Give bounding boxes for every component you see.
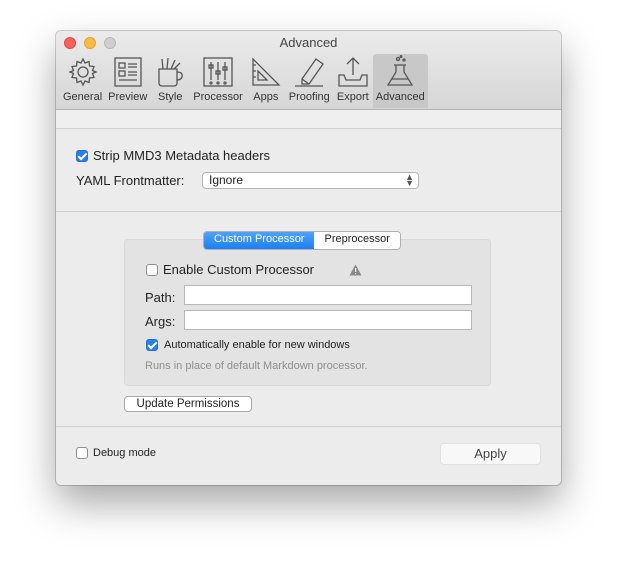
- processor-hint: Runs in place of default Markdown proces…: [145, 360, 368, 372]
- auto-enable-row[interactable]: Automatically enable for new windows: [146, 339, 350, 351]
- strip-metadata-label: Strip MMD3 Metadata headers: [93, 148, 271, 163]
- debug-mode-label: Debug mode: [93, 447, 156, 459]
- gear-icon: [67, 57, 98, 87]
- tab-export[interactable]: Export: [333, 54, 373, 108]
- warning-icon: [349, 264, 362, 276]
- tab-preprocessor[interactable]: Preprocessor: [314, 232, 400, 249]
- tab-custom-processor[interactable]: Custom Processor: [204, 232, 315, 249]
- tab-preview[interactable]: Preview: [105, 54, 150, 108]
- tab-processor[interactable]: Processor: [190, 54, 246, 108]
- title-bar: Advanced General Preview Style Processor…: [56, 31, 561, 110]
- preferences-toolbar: General Preview Style Processor Apps Pro…: [60, 54, 428, 108]
- proofing-icon: [295, 58, 325, 87]
- yaml-frontmatter-row: YAML Frontmatter:: [76, 173, 184, 188]
- tab-proofing-label: Proofing: [288, 91, 330, 103]
- section-divider: [56, 211, 561, 212]
- yaml-frontmatter-label: YAML Frontmatter:: [76, 173, 185, 188]
- style-icon: [158, 57, 184, 87]
- tab-general-label: General: [63, 91, 103, 103]
- preferences-window: Advanced General Preview Style Processor…: [56, 31, 561, 485]
- strip-metadata-checkbox[interactable]: [76, 149, 88, 162]
- yaml-frontmatter-select[interactable]: Ignore ▲ ▼: [202, 172, 419, 189]
- apps-icon: [252, 57, 281, 86]
- processor-icon: [203, 57, 233, 87]
- flask-icon: [387, 55, 414, 86]
- enable-custom-processor-label: Enable Custom Processor: [163, 262, 315, 277]
- chevron-updown-icon: ▲ ▼: [405, 172, 414, 188]
- tab-apps[interactable]: Apps: [246, 54, 286, 108]
- args-input[interactable]: [184, 310, 472, 330]
- window-title: Advanced: [279, 35, 338, 50]
- enable-custom-processor-row[interactable]: Enable Custom Processor: [146, 262, 314, 277]
- debug-mode-checkbox[interactable]: [76, 447, 88, 459]
- export-icon: [338, 57, 368, 87]
- processor-segmented-control: Custom Processor Preprocessor: [203, 231, 401, 250]
- apply-button[interactable]: Apply: [440, 443, 541, 465]
- path-label: Path:: [145, 290, 176, 305]
- update-permissions-button[interactable]: Update Permissions: [124, 396, 252, 412]
- tab-general[interactable]: General: [60, 54, 105, 108]
- tab-style[interactable]: Style: [150, 54, 190, 108]
- tab-preview-label: Preview: [108, 91, 148, 103]
- args-label: Args:: [145, 314, 176, 329]
- yaml-frontmatter-value: Ignore: [209, 173, 244, 187]
- enable-custom-processor-checkbox[interactable]: [146, 263, 158, 276]
- tab-apps-label: Apps: [253, 91, 279, 103]
- preview-icon: [114, 57, 142, 87]
- path-input[interactable]: [184, 285, 472, 305]
- strip-metadata-row[interactable]: Strip MMD3 Metadata headers: [76, 148, 270, 163]
- top-spacer: [56, 110, 561, 129]
- footer-divider: [56, 426, 561, 427]
- auto-enable-label: Automatically enable for new windows: [164, 339, 350, 351]
- tab-processor-label: Processor: [193, 91, 243, 103]
- tab-advanced[interactable]: Advanced: [372, 54, 428, 108]
- tab-advanced-label: Advanced: [375, 91, 425, 103]
- tab-export-label: Export: [336, 91, 369, 103]
- tab-style-label: Style: [158, 91, 183, 103]
- auto-enable-checkbox[interactable]: [146, 339, 158, 351]
- debug-mode-row[interactable]: Debug mode: [76, 447, 156, 459]
- tab-proofing[interactable]: Proofing: [286, 54, 333, 108]
